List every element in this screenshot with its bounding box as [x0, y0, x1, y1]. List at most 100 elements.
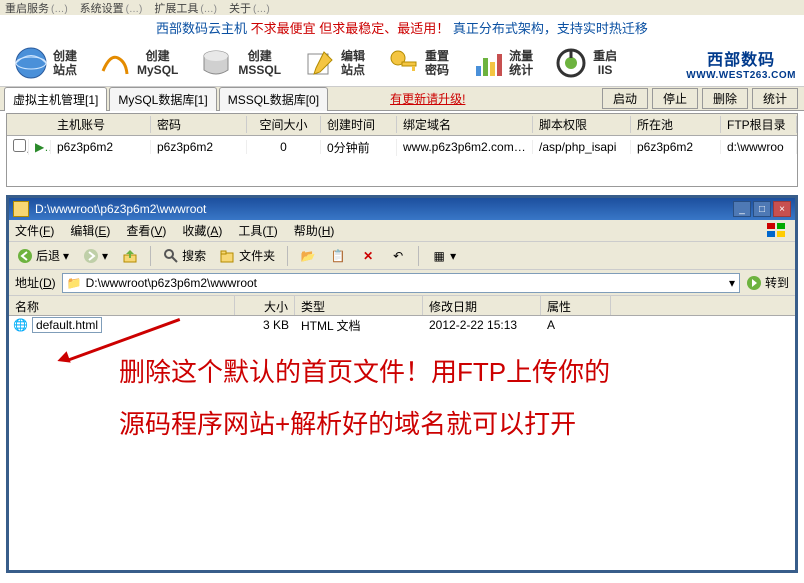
moveto-icon: 📂: [300, 248, 316, 264]
views-icon: ▦: [431, 248, 447, 264]
main-toolbar: 创建站点 创建MySQL 创建MSSQL 编辑站点 重置密码 流量统计 重启II…: [0, 40, 804, 87]
col-name[interactable]: 名称: [9, 296, 235, 315]
address-input[interactable]: 📁 D:\wwwroot\p6z3p6m2\wwwroot ▾: [62, 273, 740, 293]
stop-button[interactable]: 停止: [652, 88, 698, 109]
banner-brand: 西部数码云主机: [156, 21, 251, 36]
views-button[interactable]: ▦▾: [427, 246, 460, 266]
folder-small-icon: 📁: [67, 276, 82, 290]
delete-file-button[interactable]: ✕: [356, 246, 380, 266]
address-label: 地址(D): [15, 274, 56, 291]
folder-icon: [13, 201, 29, 217]
col-type[interactable]: 类型: [295, 296, 423, 315]
search-button[interactable]: 搜索: [159, 245, 210, 266]
col-password[interactable]: 密码: [151, 116, 247, 133]
col-attr[interactable]: 属性: [541, 296, 611, 315]
window-title: D:\wwwroot\p6z3p6m2\wwwroot: [35, 202, 733, 216]
create-site-button[interactable]: 创建站点: [8, 42, 82, 84]
menu-settings[interactable]: 系统设置: [80, 0, 143, 15]
menu-ext-tools[interactable]: 扩展工具: [154, 0, 217, 15]
menu-view[interactable]: 查看(V): [126, 222, 166, 239]
html-file-icon: 🌐: [13, 318, 28, 332]
menu-tools[interactable]: 工具(T): [238, 222, 277, 239]
explorer-columns: 名称 大小 类型 修改日期 属性: [9, 296, 795, 316]
go-button[interactable]: 转到: [746, 274, 789, 291]
go-icon: [746, 275, 762, 291]
copy-to-button[interactable]: 📋: [326, 246, 350, 266]
folders-icon: [220, 248, 236, 264]
minimize-button[interactable]: _: [733, 201, 751, 217]
site-grid: 主机账号 密码 空间大小 创建时间 绑定域名 脚本权限 所在池 FTP根目录 ▶…: [6, 113, 798, 187]
explorer-menubar: 文件(F) 编辑(E) 查看(V) 收藏(A) 工具(T) 帮助(H): [9, 220, 795, 242]
stats-button[interactable]: 统计: [752, 88, 798, 109]
row-checkbox[interactable]: [13, 139, 26, 152]
windows-flag-icon: [765, 222, 789, 240]
delete-button[interactable]: 删除: [702, 88, 748, 109]
banner-slogan1: 不求最便宜 但求最稳定、最适用！: [251, 21, 450, 36]
arrow-icon: [59, 329, 189, 389]
col-account[interactable]: 主机账号: [51, 116, 151, 133]
col-ftproot[interactable]: FTP根目录: [721, 116, 797, 133]
delete-icon: ✕: [360, 248, 376, 264]
brand-logo: 西部数码 WWW.WEST263.COM: [686, 46, 796, 81]
restart-iis-button[interactable]: 重启IIS: [548, 42, 622, 84]
undo-icon: ↶: [390, 248, 406, 264]
dropdown-icon[interactable]: ▾: [729, 276, 735, 290]
back-icon: [17, 248, 33, 264]
tab-bar: 虚拟主机管理[1] MySQL数据库[1] MSSQL数据库[0] 有更新请升级…: [0, 87, 804, 111]
tab-mysql[interactable]: MySQL数据库[1]: [109, 87, 216, 111]
up-button[interactable]: [118, 246, 142, 266]
up-icon: [122, 248, 138, 264]
explorer-toolbar: 后退 ▾ ▾ 搜索 文件夹 📂 📋 ✕ ↶ ▦▾: [9, 242, 795, 270]
menu-file[interactable]: 文件(F): [15, 222, 54, 239]
mssql-icon: [198, 45, 234, 81]
promo-banner: 西部数码云主机 不求最便宜 但求最稳定、最适用！ 真正分布式架构，支持实时热迁移: [0, 15, 804, 40]
copyto-icon: 📋: [330, 248, 346, 264]
move-to-button[interactable]: 📂: [296, 246, 320, 266]
top-system-menu: 重启服务 系统设置 扩展工具 关于: [0, 0, 804, 15]
grid-header: 主机账号 密码 空间大小 创建时间 绑定域名 脚本权限 所在池 FTP根目录: [7, 114, 797, 136]
restart-icon: [553, 45, 589, 81]
reset-password-button[interactable]: 重置密码: [380, 42, 454, 84]
tab-mssql[interactable]: MSSQL数据库[0]: [219, 87, 328, 111]
menu-help[interactable]: 帮助(H): [294, 222, 335, 239]
tab-vhost[interactable]: 虚拟主机管理[1]: [4, 87, 107, 111]
maximize-button[interactable]: □: [753, 201, 771, 217]
explorer-body[interactable]: 🌐default.html 3 KB HTML 文档 2012-2-22 15:…: [9, 316, 795, 570]
start-button[interactable]: 启动: [602, 88, 648, 109]
annotation-text: 删除这个默认的首页文件！用FTP上传你的 源码程序网站+解析好的域名就可以打开: [119, 346, 765, 450]
table-row[interactable]: ▶ p6z3p6m2 p6z3p6m2 0 0分钟前 www.p6z3p6m2.…: [7, 136, 797, 158]
window-titlebar[interactable]: D:\wwwroot\p6z3p6m2\wwwroot _ □ ×: [9, 198, 795, 220]
col-script[interactable]: 脚本权限: [533, 116, 631, 133]
upgrade-link[interactable]: 有更新请升级!: [390, 90, 465, 107]
create-mysql-button[interactable]: 创建MySQL: [92, 42, 183, 84]
back-button[interactable]: 后退 ▾: [13, 245, 73, 266]
folders-button[interactable]: 文件夹: [216, 245, 279, 266]
col-domain[interactable]: 绑定域名: [397, 116, 533, 133]
menu-edit[interactable]: 编辑(E): [70, 222, 110, 239]
undo-button[interactable]: ↶: [386, 246, 410, 266]
create-mssql-button[interactable]: 创建MSSQL: [193, 42, 286, 84]
search-icon: [163, 248, 179, 264]
globe-icon: [13, 45, 49, 81]
col-modified[interactable]: 修改日期: [423, 296, 541, 315]
menu-restart[interactable]: 重启服务: [5, 0, 68, 15]
col-create-time[interactable]: 创建时间: [321, 116, 397, 133]
menu-about[interactable]: 关于: [229, 0, 270, 15]
edit-icon: [301, 45, 337, 81]
menu-favorites[interactable]: 收藏(A): [182, 222, 222, 239]
explorer-window: D:\wwwroot\p6z3p6m2\wwwroot _ □ × 文件(F) …: [6, 195, 798, 573]
col-space[interactable]: 空间大小: [247, 116, 321, 133]
col-size[interactable]: 大小: [235, 296, 295, 315]
forward-button[interactable]: ▾: [79, 246, 112, 266]
banner-slogan2: 真正分布式架构，支持实时热迁移: [453, 21, 648, 36]
status-icon: ▶: [29, 140, 51, 154]
col-pool[interactable]: 所在池: [631, 116, 721, 133]
close-button[interactable]: ×: [773, 201, 791, 217]
key-icon: [385, 45, 421, 81]
mysql-icon: [97, 45, 133, 81]
forward-icon: [83, 248, 99, 264]
edit-site-button[interactable]: 编辑站点: [296, 42, 370, 84]
chart-icon: [469, 45, 505, 81]
traffic-stats-button[interactable]: 流量统计: [464, 42, 538, 84]
address-bar: 地址(D) 📁 D:\wwwroot\p6z3p6m2\wwwroot ▾ 转到: [9, 270, 795, 296]
